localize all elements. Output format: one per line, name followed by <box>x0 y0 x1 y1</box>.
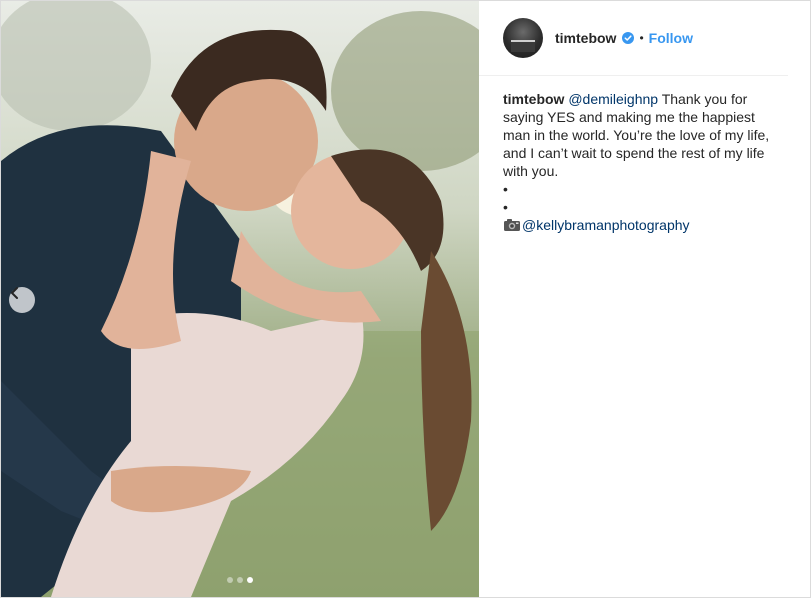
caption-bullet: • <box>503 199 508 215</box>
caption-username[interactable]: timtebow <box>503 91 564 107</box>
post-photo[interactable] <box>1 1 479 597</box>
caption-text-block: timtebow @demileighnp Thank you for sayi… <box>503 90 786 180</box>
carousel-dot-active <box>247 577 253 583</box>
post-sidebar: timtebow • Follow timtebow @demileighnp … <box>479 1 810 597</box>
follow-button[interactable]: Follow <box>649 30 693 46</box>
caption-bullet: • <box>503 181 508 197</box>
photographer-mention-link[interactable]: @kellybramanphotography <box>522 216 690 234</box>
instagram-post: timtebow • Follow timtebow @demileighnp … <box>0 0 811 598</box>
avatar[interactable] <box>503 18 543 58</box>
carousel-dot <box>227 577 233 583</box>
separator-dot: • <box>639 31 644 45</box>
header-username[interactable]: timtebow <box>555 30 616 46</box>
carousel-prev-button[interactable] <box>9 287 35 313</box>
couple-photo-illustration <box>1 1 479 597</box>
photo-credit: @kellybramanphotography <box>503 216 786 234</box>
post-header: timtebow • Follow <box>479 1 788 76</box>
caption-mention-link[interactable]: @demileighnp <box>568 91 658 107</box>
camera-icon <box>503 218 521 232</box>
chevron-left-icon <box>11 287 18 299</box>
carousel-dot <box>237 577 243 583</box>
verified-badge-icon <box>622 32 635 44</box>
post-caption: timtebow @demileighnp Thank you for sayi… <box>479 76 810 234</box>
carousel-indicator <box>1 577 479 583</box>
